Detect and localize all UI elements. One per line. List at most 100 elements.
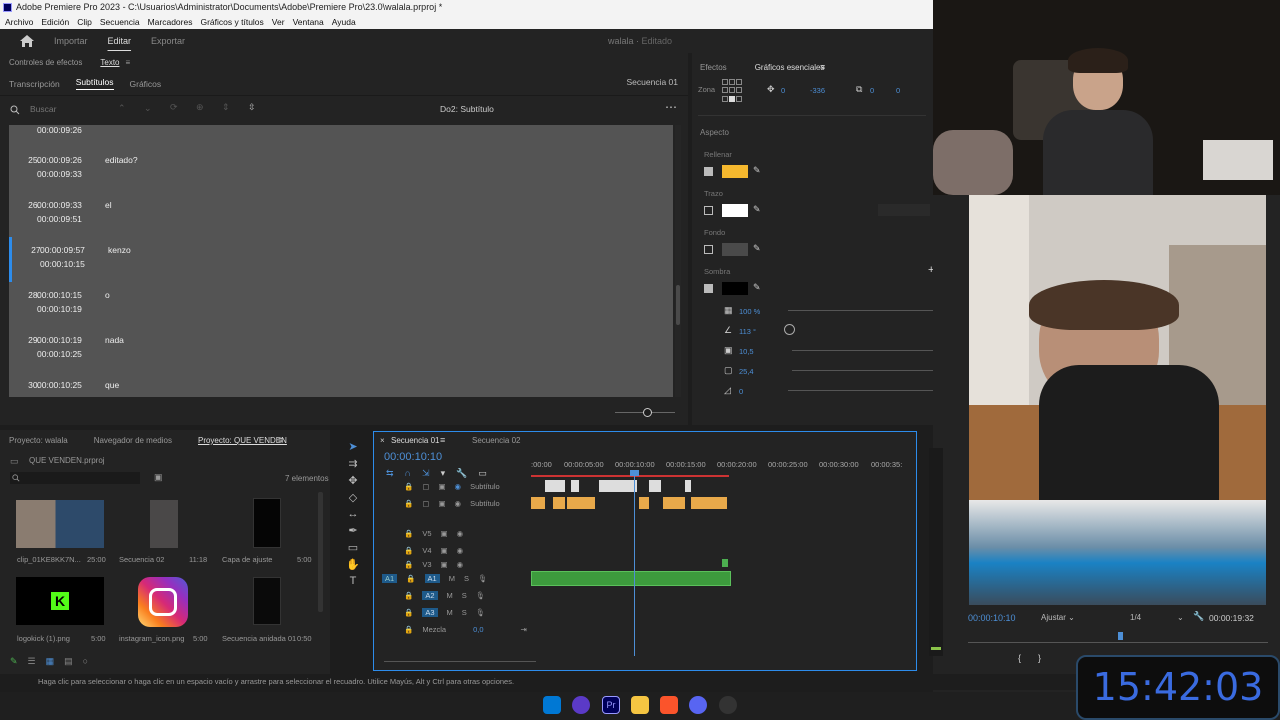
hand-tool-icon[interactable]: ✋ bbox=[346, 558, 360, 571]
shadow-distance-slider[interactable] bbox=[792, 350, 938, 351]
chevron-down-icon[interactable]: ⌄ bbox=[1177, 613, 1184, 622]
zoom-slider-knob[interactable] bbox=[643, 408, 652, 417]
stroke-position-dropdown[interactable] bbox=[878, 204, 930, 216]
thumbnail-clip[interactable] bbox=[16, 500, 104, 548]
sync-icon[interactable]: ▣ bbox=[441, 529, 448, 538]
program-scrubber[interactable] bbox=[968, 642, 1268, 643]
mute-toggle[interactable]: M bbox=[449, 574, 455, 583]
caption-clip[interactable] bbox=[553, 497, 565, 509]
mic-icon[interactable]: 🎙 bbox=[476, 608, 486, 617]
split-icon[interactable]: ⇳ bbox=[248, 102, 256, 113]
time-ruler[interactable]: :00:00 00:00:05:00 00:00:10:00 00:00:15:… bbox=[531, 460, 911, 474]
mic-icon[interactable]: 🎙 bbox=[476, 591, 486, 600]
caption-text[interactable]: nada bbox=[105, 335, 124, 345]
eyedropper-icon[interactable]: ✎ bbox=[753, 165, 761, 176]
tab-secuencia-01[interactable]: Secuencia 01 bbox=[391, 436, 439, 445]
mark-in-icon[interactable]: { bbox=[1018, 653, 1021, 663]
fit-dropdown[interactable]: Ajustar ⌄ bbox=[1041, 613, 1075, 622]
background-checkbox[interactable] bbox=[704, 245, 713, 254]
snap-icon[interactable]: ∩ bbox=[405, 468, 411, 479]
lock-icon[interactable]: 🔒 bbox=[404, 560, 413, 569]
lock-icon[interactable]: 🔒 bbox=[404, 608, 413, 617]
caption-clip[interactable] bbox=[571, 480, 579, 492]
lock-icon[interactable]: 🔒 bbox=[404, 499, 413, 508]
shadow-color-swatch[interactable] bbox=[722, 282, 748, 295]
track-toggle-icon[interactable]: ▢ bbox=[422, 482, 429, 491]
menu-ayuda[interactable]: Ayuda bbox=[332, 15, 356, 29]
tab-proyecto-walala[interactable]: Proyecto: walala bbox=[9, 436, 68, 445]
tab-secuencia-02[interactable]: Secuencia 02 bbox=[472, 436, 520, 445]
caption-search-input[interactable] bbox=[30, 102, 110, 116]
discord-icon[interactable] bbox=[689, 696, 707, 714]
solo-toggle[interactable]: S bbox=[462, 608, 467, 617]
settings-icon[interactable]: 🔧 bbox=[456, 468, 467, 479]
caption-row[interactable]: 29. 00:00:10:19 00:00:10:25 nada bbox=[9, 327, 673, 372]
menu-ventana[interactable]: Ventana bbox=[293, 15, 324, 29]
replace-icon[interactable]: ⟳ bbox=[170, 102, 178, 113]
tab-importar[interactable]: Importar bbox=[54, 36, 88, 46]
brave-icon[interactable] bbox=[660, 696, 678, 714]
playhead-handle[interactable] bbox=[630, 470, 639, 476]
sync-icon[interactable]: ▣ bbox=[438, 482, 445, 491]
eyedropper-icon[interactable]: ✎ bbox=[753, 243, 761, 254]
caption-track-1[interactable] bbox=[531, 480, 901, 494]
panel-menu-icon[interactable]: ≡ bbox=[126, 58, 131, 67]
marker-icon[interactable]: ▾ bbox=[441, 468, 446, 479]
shadow-blur[interactable]: 0 bbox=[739, 387, 743, 396]
shadow-opacity-slider[interactable] bbox=[788, 310, 938, 311]
home-icon[interactable] bbox=[20, 35, 34, 47]
add-caption-icon[interactable]: ⊕ bbox=[196, 102, 204, 113]
sync-icon[interactable]: ▣ bbox=[438, 499, 445, 508]
fill-checkbox[interactable] bbox=[704, 167, 713, 176]
track-name[interactable]: A2 bbox=[422, 591, 438, 600]
menu-edicion[interactable]: Edición bbox=[41, 15, 69, 29]
eye-icon[interactable]: ◉ bbox=[457, 560, 464, 569]
project-search-input[interactable] bbox=[10, 472, 140, 484]
caption-row[interactable]: 26. 00:00:09:33 00:00:09:51 el bbox=[9, 192, 673, 237]
background-color-swatch[interactable] bbox=[722, 243, 748, 256]
resolution-dropdown[interactable]: 1/4 bbox=[1130, 613, 1141, 622]
caption-clip[interactable] bbox=[567, 497, 595, 509]
mix-value[interactable]: 0,0 bbox=[473, 625, 483, 634]
instagram-logo-icon[interactable] bbox=[138, 577, 188, 627]
thumbnail-nested-sequence[interactable] bbox=[253, 577, 281, 625]
menu-marcadores[interactable]: Marcadores bbox=[148, 15, 193, 29]
tab-controles-efectos[interactable]: Controles de efectos bbox=[9, 58, 82, 67]
item-name[interactable]: instagram_icon.png bbox=[119, 634, 184, 643]
lock-icon[interactable]: 🔒 bbox=[404, 529, 413, 538]
caption-clip[interactable] bbox=[663, 497, 685, 509]
subtab-transcripcion[interactable]: Transcripción bbox=[9, 79, 60, 89]
panel-menu-icon[interactable]: ≡ bbox=[440, 435, 445, 445]
menu-graficos[interactable]: Gráficos y títulos bbox=[200, 15, 263, 29]
caption-clip[interactable] bbox=[639, 497, 649, 509]
panel-menu-icon[interactable]: ≡ bbox=[820, 62, 825, 72]
ripple-edit-tool-icon[interactable]: ✥ bbox=[348, 474, 357, 487]
audio-keyframe[interactable] bbox=[722, 559, 728, 567]
item-name[interactable]: Capa de ajuste bbox=[222, 555, 272, 564]
caption-row[interactable]: 25. 00:00:09:26 00:00:09:33 editado? bbox=[9, 147, 673, 192]
merge-icon[interactable]: ⇕ bbox=[222, 102, 230, 113]
item-name[interactable]: clip_01KE8KK7N... bbox=[17, 555, 81, 564]
shadow-size-slider[interactable] bbox=[792, 370, 938, 371]
eye-icon[interactable]: ◉ bbox=[457, 546, 464, 555]
anchor-y[interactable]: 0 bbox=[896, 86, 900, 95]
tab-editar[interactable]: Editar bbox=[108, 36, 132, 46]
item-name[interactable]: Secuencia anidada 01 bbox=[222, 634, 296, 643]
rectangle-tool-icon[interactable]: ▭ bbox=[348, 541, 358, 554]
sync-icon[interactable]: ▣ bbox=[441, 560, 448, 569]
file-explorer-icon[interactable] bbox=[631, 696, 649, 714]
shadow-opacity[interactable]: 100 % bbox=[739, 307, 760, 316]
track-name[interactable]: A3 bbox=[422, 608, 438, 617]
position-y[interactable]: -336 bbox=[810, 86, 825, 95]
solo-toggle[interactable]: S bbox=[462, 591, 467, 600]
caption-clip[interactable] bbox=[691, 497, 727, 509]
stroke-color-swatch[interactable] bbox=[722, 204, 748, 217]
source-patch-a1[interactable]: A1 bbox=[382, 574, 398, 583]
track-name[interactable]: A1 bbox=[424, 574, 440, 583]
caption-scrollbar[interactable] bbox=[675, 125, 681, 397]
caption-clip[interactable] bbox=[545, 480, 565, 492]
menu-clip[interactable]: Clip bbox=[77, 15, 92, 29]
shadow-size[interactable]: 25,4 bbox=[739, 367, 754, 376]
tab-navegador-medios[interactable]: Navegador de medios bbox=[94, 436, 172, 445]
type-tool-icon[interactable]: T bbox=[350, 575, 357, 587]
